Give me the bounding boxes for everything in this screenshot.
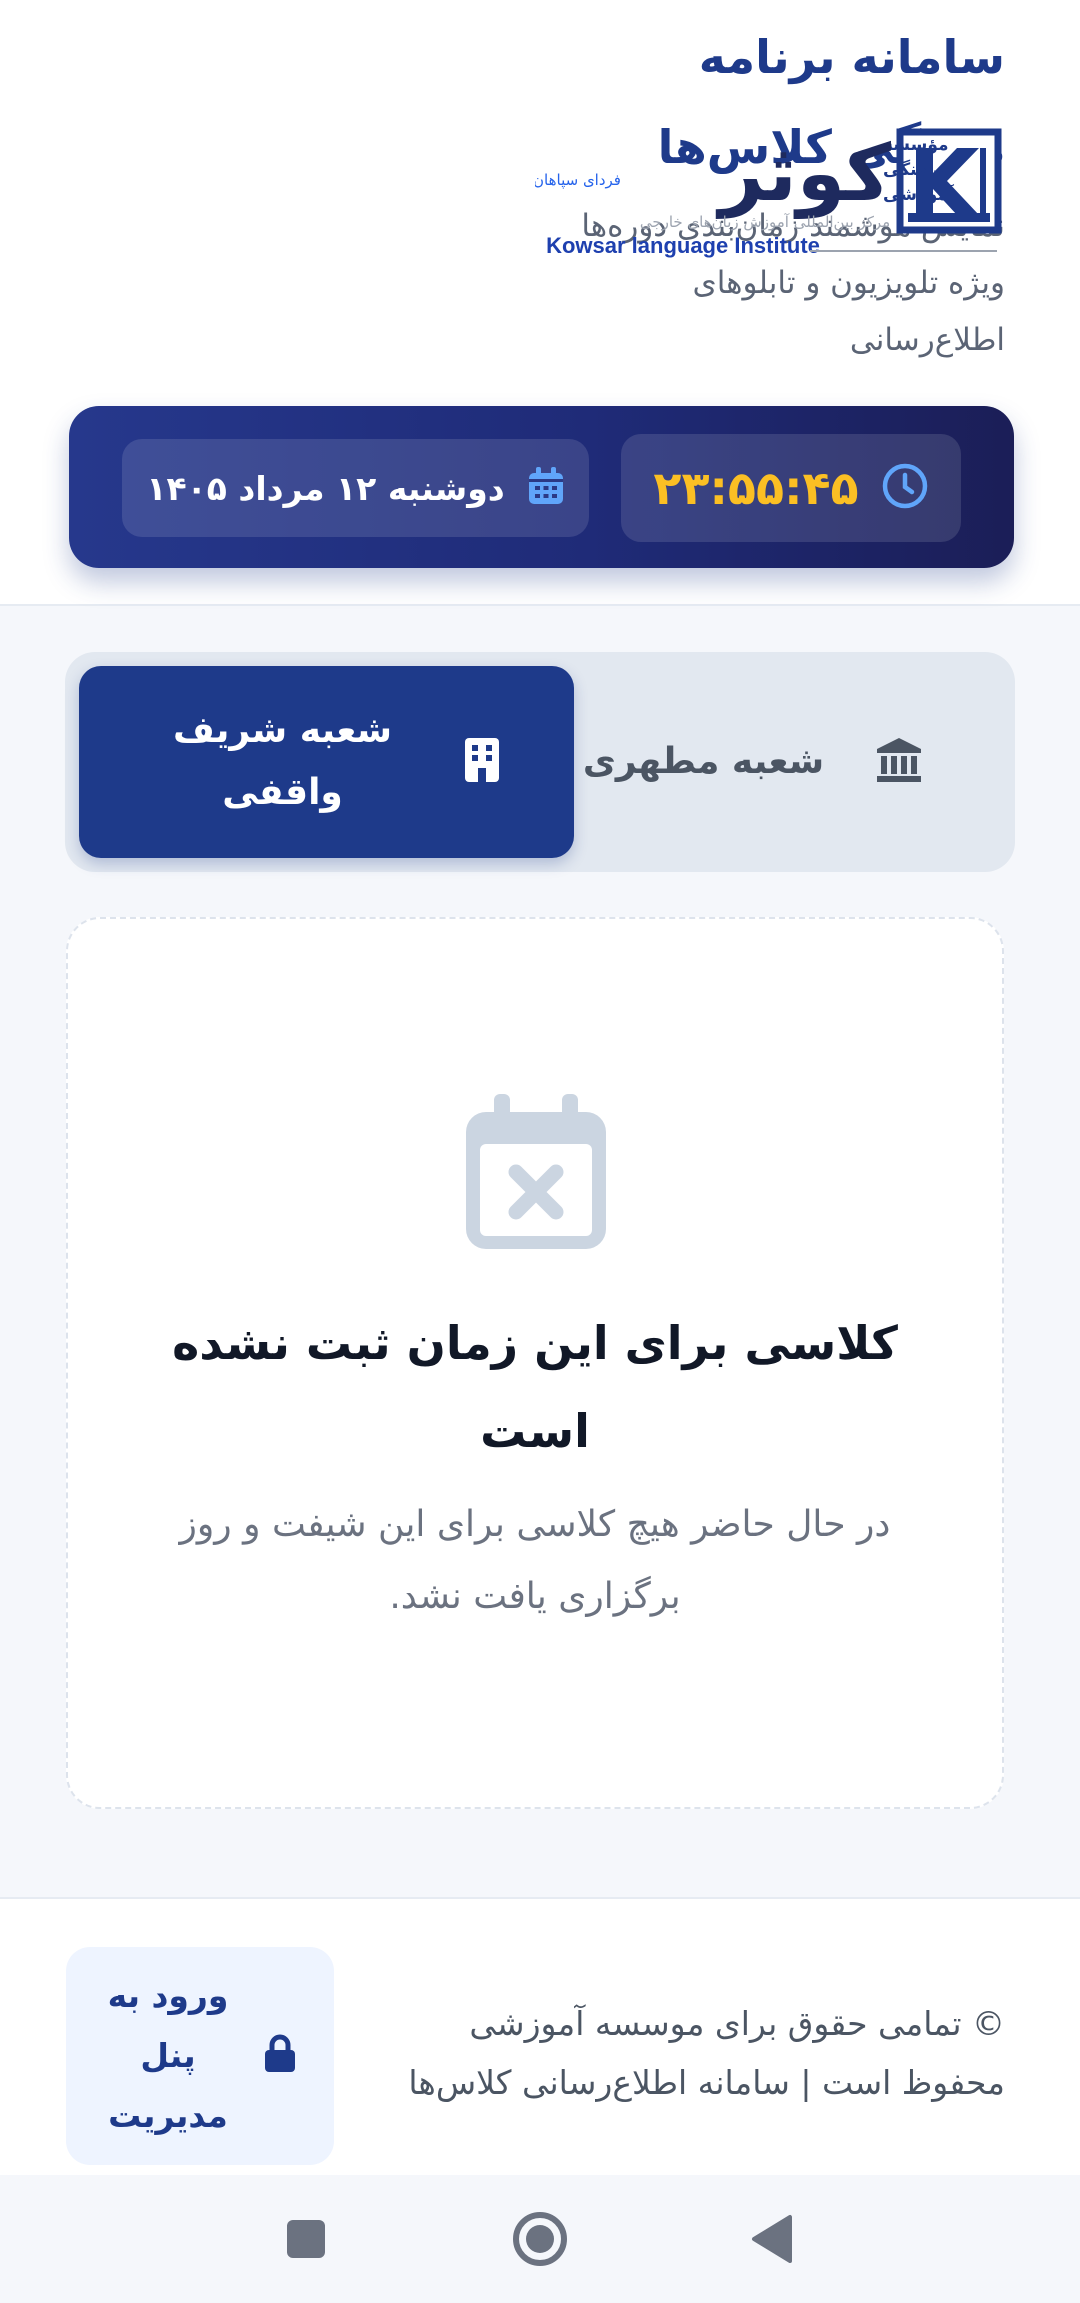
circle-icon bbox=[513, 2212, 567, 2266]
clock-time: ۲۳:۵۵:۴۵ bbox=[653, 461, 859, 515]
logo-center: مرکز بین‌المللی آموزش زبان‌های خارجی bbox=[640, 213, 890, 231]
calendar-x-icon bbox=[466, 1094, 606, 1249]
date-text: دوشنبه ۱۲ مرداد ۱۴۰۵ bbox=[146, 468, 505, 508]
logo-name-en: Kowsar language Institute bbox=[546, 233, 820, 258]
admin-panel-button[interactable]: ورود به پنل مدیریت bbox=[66, 1947, 334, 2165]
empty-state-card: کلاسی برای این زمان ثبت نشده است در حال … bbox=[66, 917, 1004, 1809]
back-button[interactable] bbox=[742, 2207, 806, 2271]
tab-sharif-vaghefi[interactable]: شعبه شریف واقفی bbox=[79, 666, 574, 858]
clock-pill: ۲۳:۵۵:۴۵ bbox=[621, 434, 961, 542]
tab-sharif-vaghefi-label: شعبه شریف واقفی bbox=[173, 710, 392, 813]
admin-panel-label: ورود به پنل مدیریت bbox=[107, 1976, 229, 2135]
time-bar: ۲۳:۵۵:۴۵ دوشنبه ۱۲ مرداد ۱۴۰۵ bbox=[69, 406, 1014, 568]
header: سامانه برنامه هفتگی کلاس‌ها نمایش هوشمند… bbox=[0, 0, 1080, 606]
logo-org-line-2: فرهنگی bbox=[883, 159, 951, 180]
date-pill: دوشنبه ۱۲ مرداد ۱۴۰۵ bbox=[122, 439, 589, 537]
clock-icon bbox=[881, 462, 929, 514]
calendar-icon bbox=[527, 466, 565, 510]
tab-motahari[interactable]: شعبه مطهری bbox=[506, 666, 1001, 858]
recents-button[interactable] bbox=[274, 2207, 338, 2271]
lock-icon bbox=[263, 2034, 297, 2078]
logo-name: کوثر bbox=[715, 129, 892, 219]
copyright-text: © تمامی حقوق برای موسسه آموزشی محفوظ است… bbox=[408, 2004, 1005, 2102]
home-button[interactable] bbox=[508, 2207, 572, 2271]
bank-icon bbox=[874, 735, 924, 789]
system-nav-bar bbox=[0, 2175, 1080, 2303]
empty-state-description: در حال حاضر هیچ کلاسی برای این شیفت و رو… bbox=[179, 1504, 891, 1617]
square-icon bbox=[287, 2220, 325, 2258]
building-icon bbox=[463, 736, 501, 788]
triangle-back-icon bbox=[752, 2215, 792, 2263]
kowsar-logo: مؤسسه فرهنگی آموزشی کوثر فردای سپاهان مر… bbox=[533, 105, 1005, 265]
branch-tabs: شعبه مطهری شعبه شریف واقفی bbox=[65, 652, 1015, 872]
logo-org-line-3: آموزشی bbox=[883, 183, 955, 205]
empty-state-title: کلاسی برای این زمان ثبت نشده است bbox=[172, 1316, 898, 1458]
tab-motahari-label: شعبه مطهری bbox=[582, 741, 825, 782]
logo-tagline: فردای سپاهان bbox=[535, 171, 621, 190]
footer: © تمامی حقوق برای موسسه آموزشی محفوظ است… bbox=[0, 1897, 1080, 2175]
logo-org-line-1: مؤسسه bbox=[883, 135, 949, 155]
